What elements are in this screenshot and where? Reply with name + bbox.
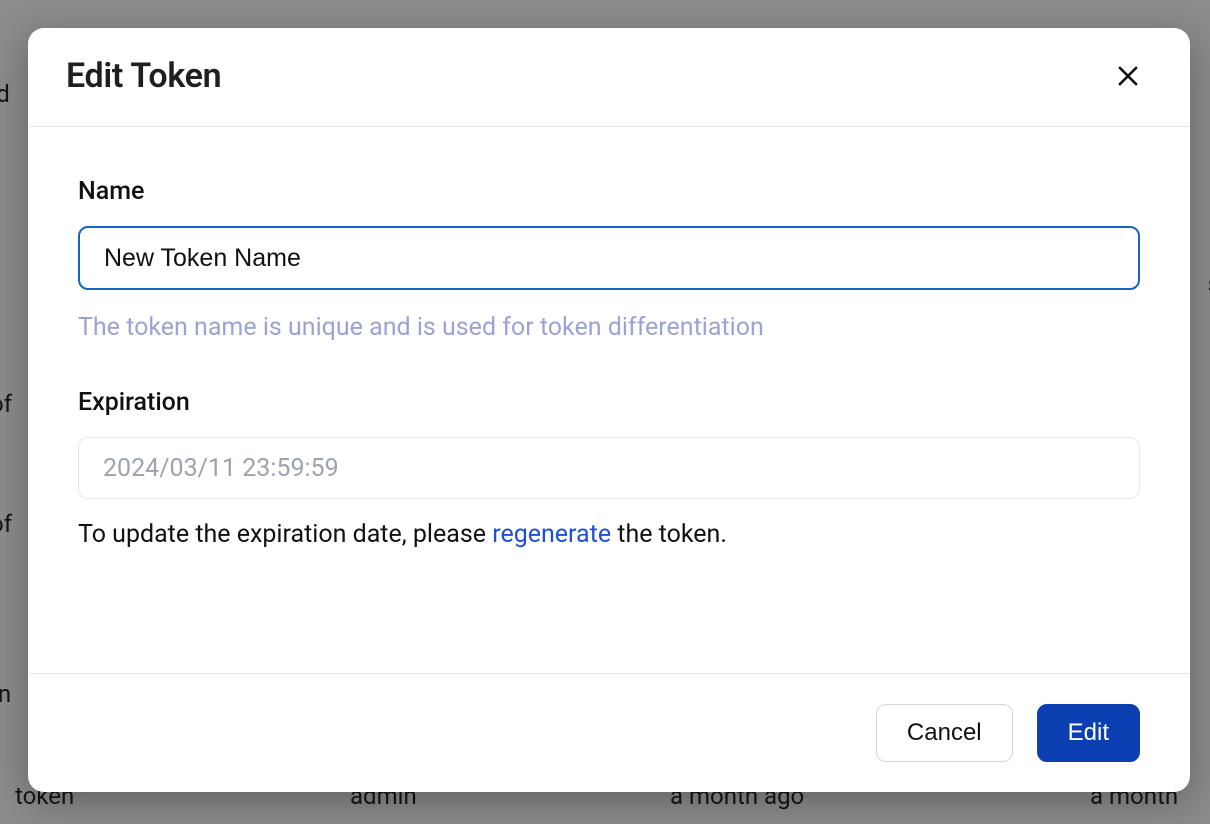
edit-button[interactable]: Edit: [1037, 704, 1140, 762]
name-input[interactable]: [78, 226, 1140, 290]
modal-footer: Cancel Edit: [28, 673, 1190, 792]
modal-body: Name The token name is unique and is use…: [28, 127, 1190, 673]
expiration-label: Expiration: [78, 388, 1140, 417]
expiration-value: 2024/03/11 23:59:59: [103, 454, 339, 483]
modal-header: Edit Token: [28, 28, 1190, 127]
name-label: Name: [78, 177, 1140, 206]
name-field-group: Name The token name is unique and is use…: [78, 177, 1140, 346]
close-button[interactable]: [1110, 58, 1146, 94]
regenerate-link[interactable]: regenerate: [492, 520, 611, 549]
expiration-input: 2024/03/11 23:59:59: [78, 437, 1140, 499]
exp-prefix: To update the expiration date, please: [78, 520, 492, 549]
name-helper-text: The token name is unique and is used for…: [78, 310, 1140, 346]
expiration-field-group: Expiration 2024/03/11 23:59:59 To update…: [78, 388, 1140, 553]
exp-suffix: the token.: [611, 520, 727, 549]
edit-token-modal: Edit Token Name The token name is unique…: [28, 28, 1190, 792]
modal-title: Edit Token: [66, 56, 221, 96]
expiration-helper-text: To update the expiration date, please re…: [78, 517, 1140, 553]
cancel-button[interactable]: Cancel: [876, 704, 1013, 762]
close-icon: [1114, 62, 1142, 90]
